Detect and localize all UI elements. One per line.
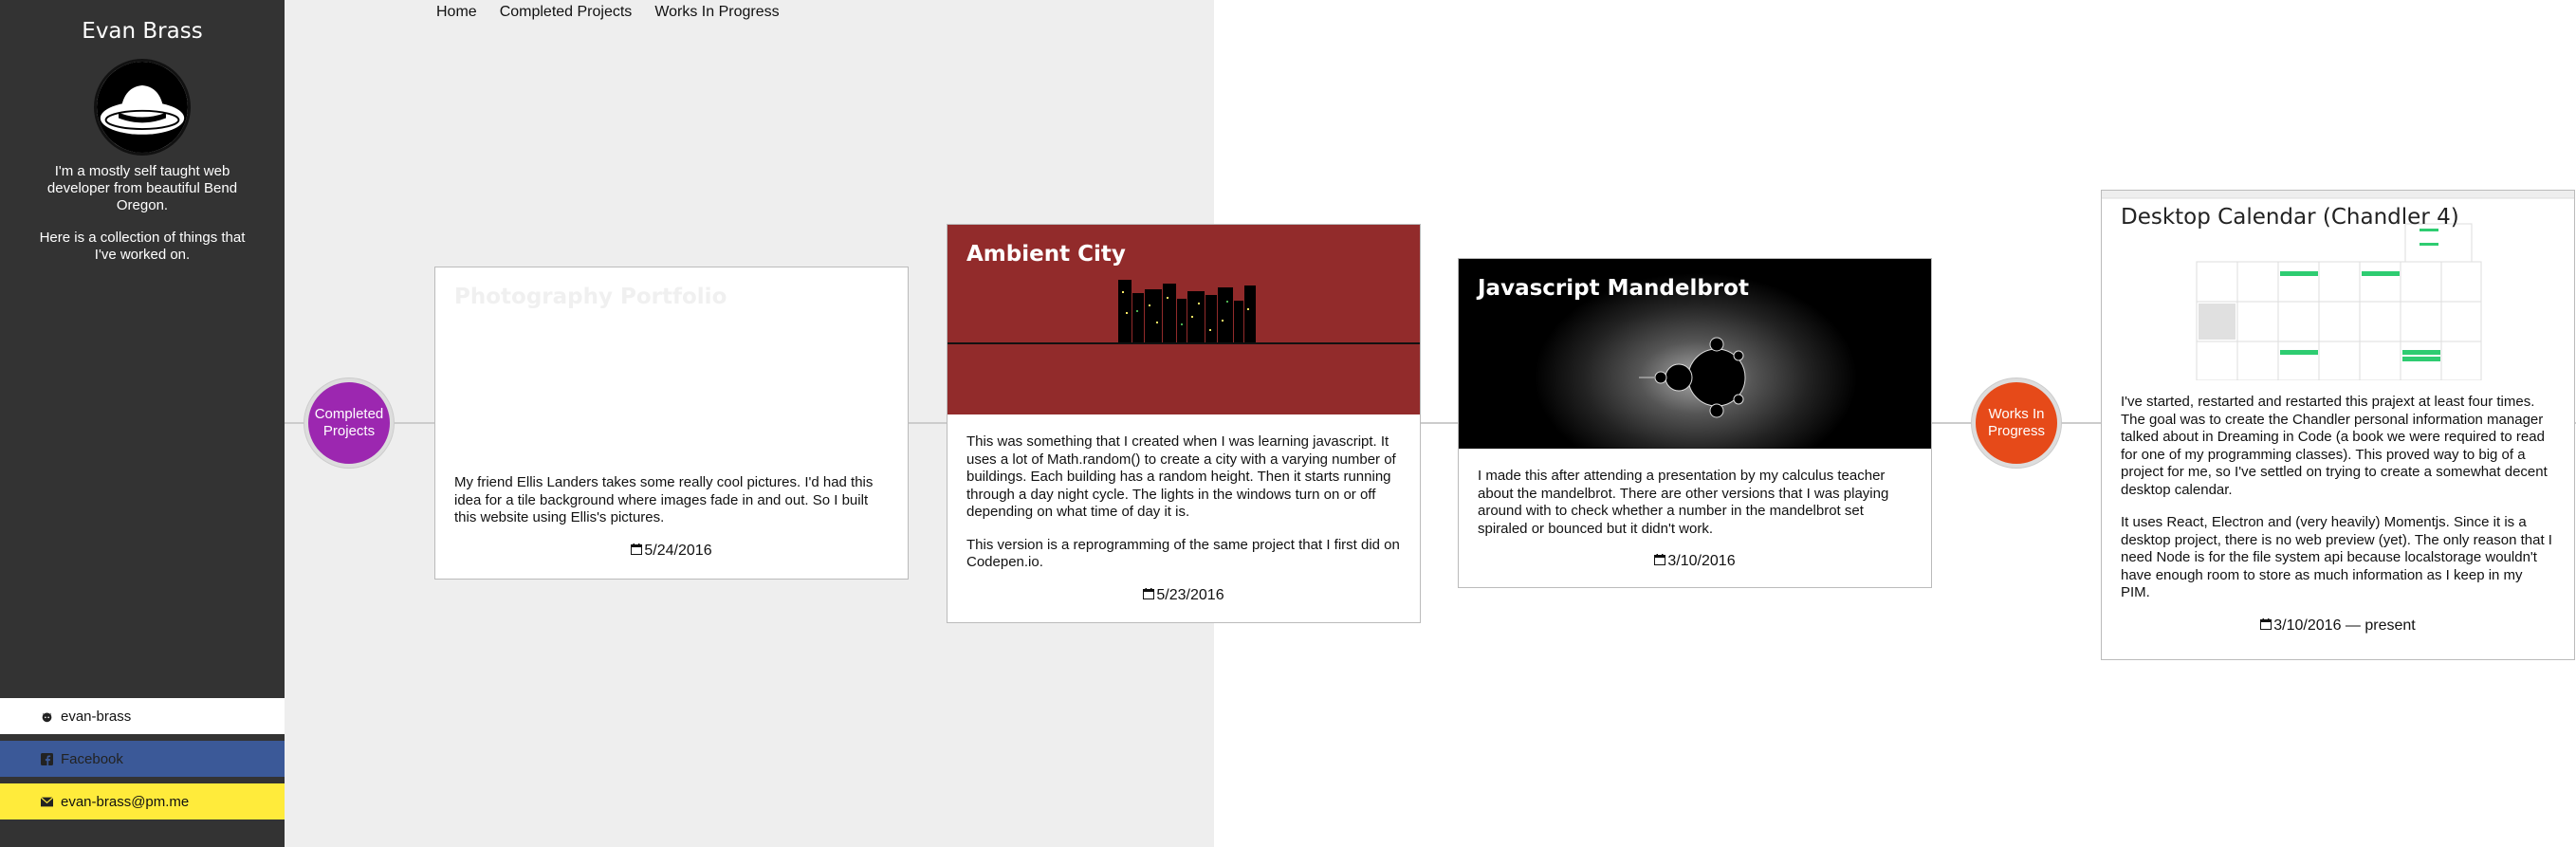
project-card-photography[interactable]: Photography Portfolio My friend Ellis La… — [434, 267, 909, 580]
card-title: Ambient City — [966, 242, 1126, 267]
works-in-progress-label: Works In Progress — [1987, 406, 2046, 439]
card-date: 3/10/2016 — [1478, 553, 1912, 571]
card-date-text: 3/10/2016 — present — [2273, 617, 2416, 634]
calendar-icon — [1143, 587, 1155, 605]
card-description: My friend Ellis Landers takes some reall… — [454, 474, 874, 525]
nav-home[interactable]: Home — [436, 4, 477, 21]
card-date: 5/23/2016 — [966, 587, 1401, 605]
nav-completed-projects[interactable]: Completed Projects — [500, 4, 633, 21]
card-header: Javascript Mandelbrot — [1459, 259, 1931, 449]
nav-works-in-progress[interactable]: Works In Progress — [654, 4, 779, 21]
calendar-icon — [1654, 553, 1666, 571]
facebook-link[interactable]: Facebook — [0, 741, 285, 777]
card-header: Ambient City — [948, 225, 1420, 414]
calendar-icon — [631, 543, 643, 561]
card-header: Photography Portfolio — [435, 267, 908, 457]
works-in-progress-marker[interactable]: Works In Progress — [1972, 378, 2061, 468]
card-header: Desktop Calendar (Chandler 4) — [2102, 191, 2574, 380]
project-card-desktop-calendar[interactable]: Desktop Calendar (Chandler 4) I've start… — [2101, 190, 2575, 660]
card-date: 3/10/2016 — present — [2121, 617, 2555, 635]
sidebar: Evan Brass I'm a mostly self taught web … — [0, 0, 285, 847]
top-nav: Home Completed Projects Works In Progres… — [436, 4, 802, 21]
completed-projects-label: Completed Projects — [314, 406, 384, 439]
card-description: I made this after attending a presentati… — [1478, 468, 1889, 537]
facebook-label: Facebook — [61, 750, 123, 767]
card-body: This was something that I created when I… — [948, 414, 1420, 621]
bio-collection: Here is a collection of things that I've… — [39, 230, 246, 263]
card-body: I made this after attending a presentati… — [1459, 449, 1931, 588]
site-owner-name: Evan Brass — [82, 19, 203, 44]
email-link[interactable]: evan-brass@pm.me — [0, 783, 285, 819]
card-description: This was something that I created when I… — [966, 433, 1396, 520]
avatar — [94, 59, 191, 156]
email-label: evan-brass@pm.me — [61, 793, 190, 810]
card-description-2: It uses React, Electron and (very heavil… — [2121, 514, 2552, 600]
card-date-text: 5/24/2016 — [644, 542, 712, 559]
envelope-icon — [40, 795, 53, 808]
bio-intro: I'm a mostly self taught web developer f… — [46, 163, 238, 213]
card-description: I've started, restarted and restarted th… — [2121, 394, 2548, 498]
github-link[interactable]: evan-brass — [0, 698, 285, 734]
card-title: Javascript Mandelbrot — [1478, 276, 1749, 301]
github-icon — [40, 709, 53, 723]
project-card-mandelbrot[interactable]: Javascript Mandelbrot I made this after … — [1458, 258, 1932, 588]
github-label: evan-brass — [61, 708, 132, 725]
card-description-2: This version is a reprogramming of the s… — [966, 536, 1400, 571]
fedora-hat-icon — [97, 62, 188, 153]
card-body: My friend Ellis Landers takes some reall… — [435, 457, 908, 577]
completed-projects-marker[interactable]: Completed Projects — [304, 378, 394, 468]
card-date-text: 5/23/2016 — [1156, 586, 1224, 603]
card-date: 5/24/2016 — [454, 543, 889, 561]
bio: I'm a mostly self taught web developer f… — [0, 163, 285, 264]
card-title: Photography Portfolio — [454, 285, 727, 309]
project-card-ambient-city[interactable]: Ambient City This was something that I c… — [947, 224, 1421, 623]
calendar-icon — [2260, 617, 2272, 635]
card-date-text: 3/10/2016 — [1667, 553, 1736, 569]
facebook-icon — [40, 752, 53, 765]
card-body: I've started, restarted and restarted th… — [2102, 380, 2574, 652]
card-title: Desktop Calendar (Chandler 4) — [2121, 205, 2459, 230]
